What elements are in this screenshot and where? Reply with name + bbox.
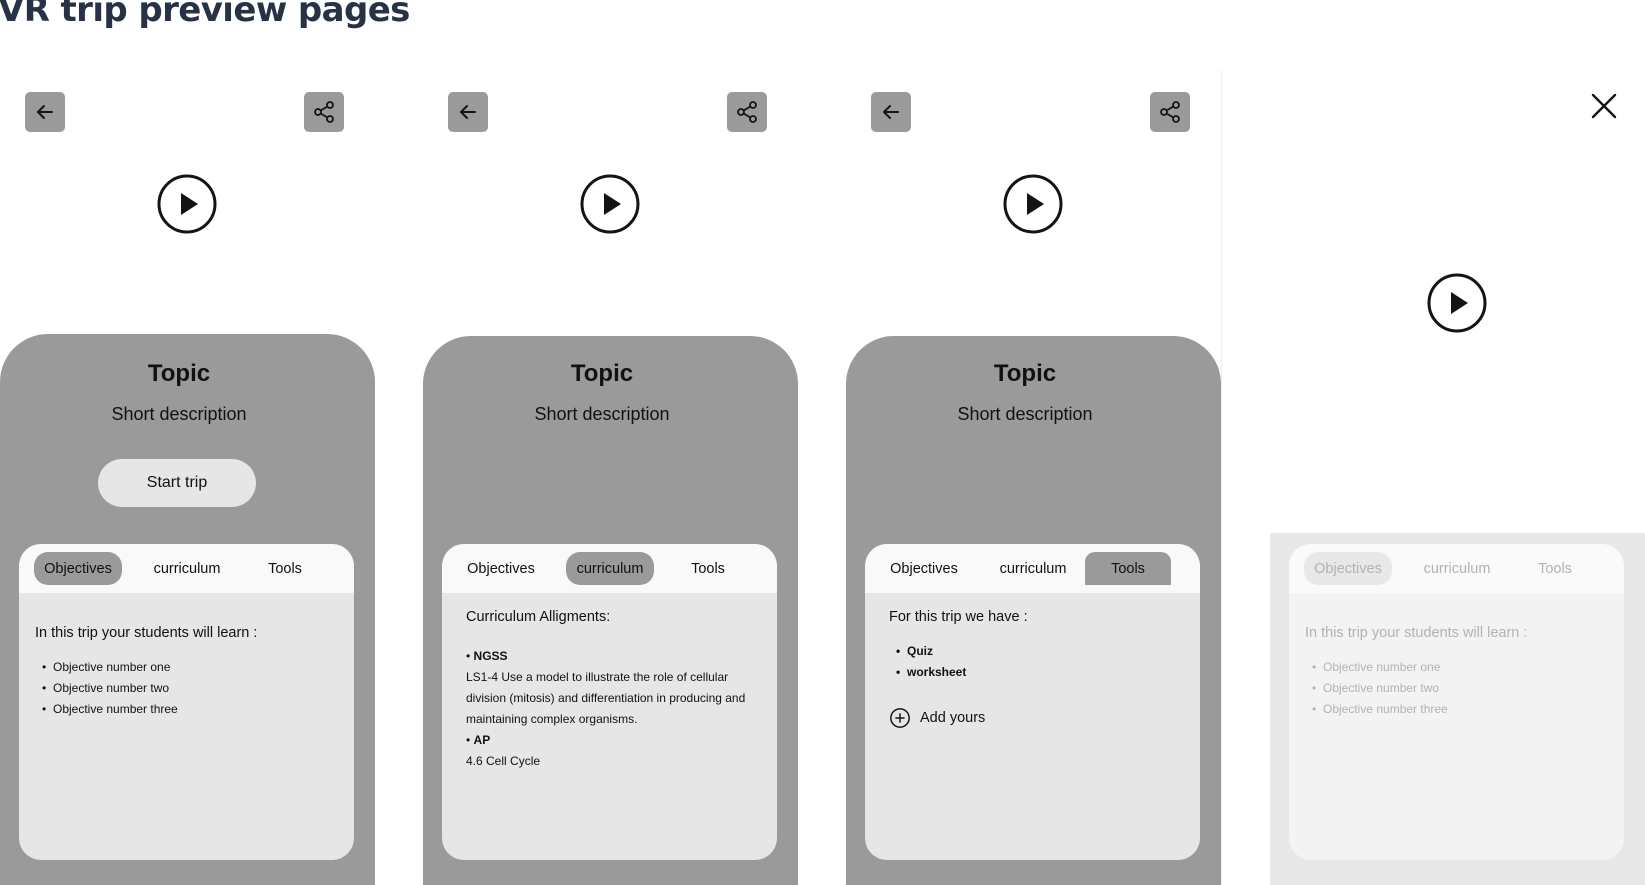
standard-name: AP	[473, 733, 491, 747]
arrow-left-icon	[883, 105, 899, 119]
objectives-list: Objective number one Objective number tw…	[35, 657, 178, 720]
add-yours-button[interactable]: Add yours	[889, 707, 985, 729]
tools-lead: For this trip we have :	[889, 609, 1028, 625]
back-button[interactable]	[871, 92, 911, 132]
tools-list: Quiz worksheet	[889, 641, 966, 683]
arrow-left-icon	[37, 105, 53, 119]
back-button[interactable]	[25, 92, 65, 132]
list-item: Objective number two	[1305, 678, 1448, 699]
tab-bar: Objectives curriculum Tools	[19, 544, 354, 593]
trip-sheet: Topic Short description Start trip Objec…	[0, 334, 375, 885]
tab-tools[interactable]: Tools	[241, 552, 329, 585]
list-item[interactable]: Quiz	[889, 641, 966, 662]
standard-text: 4.6 Cell Cycle	[466, 754, 541, 768]
play-icon[interactable]	[156, 173, 218, 235]
tab-curriculum[interactable]: curriculum	[1413, 552, 1501, 585]
list-item: Objective number one	[1305, 657, 1448, 678]
short-description: Short description	[957, 404, 1093, 424]
divider	[1221, 70, 1222, 885]
short-description: Short description	[534, 404, 670, 424]
trip-sheet: Topic Short description Objectives curri…	[846, 336, 1221, 885]
details-card: Objectives curriculum Tools In this trip…	[1289, 544, 1624, 860]
list-item: Objective number three	[35, 699, 178, 720]
tab-tools[interactable]: Tools	[664, 552, 752, 585]
tab-curriculum[interactable]: curriculum	[143, 552, 231, 585]
trip-sheet: Topic Short description Objectives curri…	[423, 336, 798, 885]
standard-name: NGSS	[473, 649, 508, 663]
standard-text: LS1-4 Use a model to illustrate the role…	[466, 670, 746, 726]
share-icon	[314, 101, 334, 123]
share-button[interactable]	[727, 92, 767, 132]
vr-preview-screen-tools: Topic Short description Objectives curri…	[846, 68, 1221, 885]
share-icon	[737, 101, 757, 123]
start-trip-button[interactable]: Start trip	[98, 459, 256, 507]
standard-ap: • AP	[466, 733, 491, 747]
details-card: Objectives curriculum Tools In this trip…	[19, 544, 354, 860]
standard-ngss: • NGSS	[466, 649, 508, 663]
tab-bar: Objectives curriculum Tools	[442, 544, 777, 593]
tab-objectives[interactable]: Objectives	[34, 552, 122, 585]
topic-title: Topic	[570, 360, 634, 387]
tab-curriculum[interactable]: curriculum	[566, 552, 654, 585]
curriculum-standards: • NGSS LS1-4 Use a model to illustrate t…	[466, 646, 756, 772]
details-card: Objectives curriculum Tools Curriculum A…	[442, 544, 777, 860]
tab-tools[interactable]: Tools	[1511, 552, 1599, 585]
close-icon[interactable]	[1590, 92, 1618, 120]
share-button[interactable]	[304, 92, 344, 132]
dimmed-trip-sheet: Objectives curriculum Tools In this trip…	[1270, 533, 1645, 885]
tab-curriculum[interactable]: curriculum	[989, 552, 1077, 585]
tab-objectives[interactable]: Objectives	[457, 552, 545, 585]
tab-bar: Objectives curriculum Tools	[865, 544, 1200, 593]
share-button[interactable]	[1150, 92, 1190, 132]
objectives-lead: In this trip your students will learn :	[35, 625, 258, 641]
plus-circle-icon	[890, 708, 910, 728]
play-icon[interactable]	[1426, 272, 1488, 334]
arrow-left-icon	[460, 105, 476, 119]
list-item: Objective number one	[35, 657, 178, 678]
details-card: Objectives curriculum Tools For this tri…	[865, 544, 1200, 860]
page-title: VR trip preview pages	[0, 0, 410, 30]
list-item: Objective number two	[35, 678, 178, 699]
short-description: Short description	[111, 404, 247, 424]
topic-title: Topic	[147, 360, 211, 387]
tab-objectives[interactable]: Objectives	[1304, 552, 1392, 585]
list-item[interactable]: worksheet	[889, 662, 966, 683]
curriculum-lead: Curriculum Alligments:	[466, 609, 611, 625]
play-icon[interactable]	[1002, 173, 1064, 235]
tab-objectives[interactable]: Objectives	[880, 552, 968, 585]
objectives-list: Objective number one Objective number tw…	[1305, 657, 1448, 720]
tab-bar: Objectives curriculum Tools	[1289, 544, 1624, 593]
topic-title: Topic	[993, 360, 1057, 387]
objectives-lead: In this trip your students will learn :	[1305, 625, 1528, 641]
share-icon	[1160, 101, 1180, 123]
play-icon[interactable]	[579, 173, 641, 235]
vr-preview-screen-curriculum: Topic Short description Objectives curri…	[423, 68, 798, 885]
add-yours-label: Add yours	[920, 710, 986, 726]
vr-preview-screen-objectives: Topic Short description Start trip Objec…	[0, 68, 375, 885]
list-item: Objective number three	[1305, 699, 1448, 720]
back-button[interactable]	[448, 92, 488, 132]
tab-tools[interactable]: Tools	[1085, 552, 1171, 585]
